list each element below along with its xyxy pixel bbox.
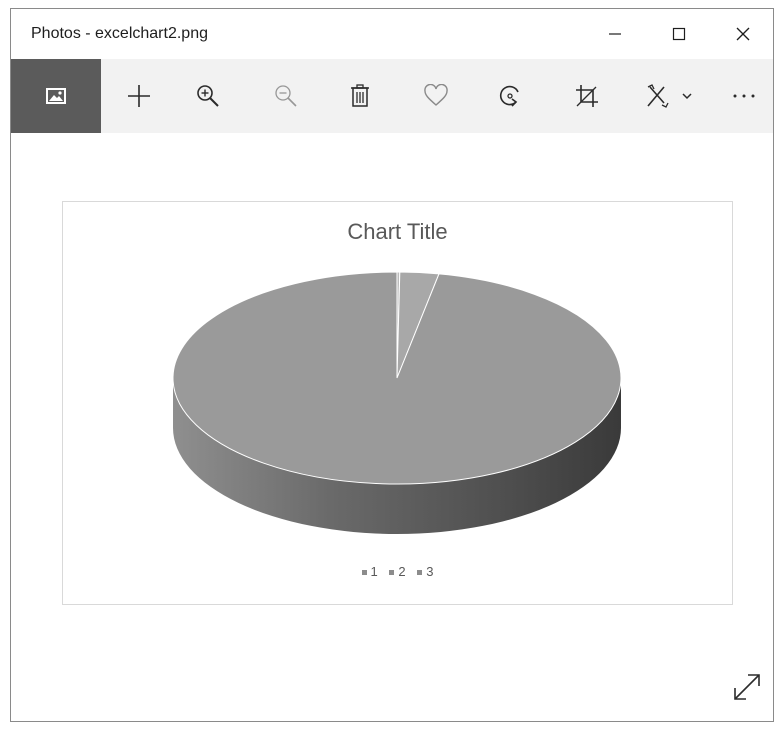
minimize-button[interactable]: [583, 9, 647, 59]
legend-item: 1: [361, 564, 378, 579]
zoom-out-icon: [275, 85, 297, 107]
legend-label: 1: [370, 564, 378, 579]
more-options-button[interactable]: [711, 59, 777, 133]
pie-slice-3: [172, 271, 622, 485]
rotate-icon: [499, 85, 519, 107]
view-photo-button[interactable]: [11, 59, 101, 133]
fullscreen-button[interactable]: [729, 669, 765, 705]
more-icon: [733, 94, 755, 98]
photos-window: Photos - excelchart2.png Chart Title 1 2…: [10, 8, 774, 722]
legend-swatch: [417, 570, 423, 576]
rotate-button[interactable]: [477, 59, 543, 133]
legend-label: 2: [398, 564, 406, 579]
add-button[interactable]: [106, 59, 172, 133]
favorite-button[interactable]: [403, 59, 469, 133]
zoom-out-button[interactable]: [253, 59, 319, 133]
favorite-icon: [424, 84, 448, 106]
crop-button[interactable]: [554, 59, 620, 133]
delete-button[interactable]: [327, 59, 393, 133]
chart-image: Chart Title 1 2 3: [62, 201, 733, 605]
title-bar: Photos - excelchart2.png: [11, 9, 773, 59]
crop-icon: [576, 85, 598, 107]
chevron-down-icon: [682, 93, 692, 100]
edit-menu-button[interactable]: [629, 59, 709, 133]
maximize-button[interactable]: [647, 9, 711, 59]
close-icon: [736, 27, 750, 41]
expand-icon: [734, 674, 760, 700]
legend-swatch: [361, 570, 367, 576]
legend-item: 3: [417, 564, 433, 579]
pie-top: [172, 271, 622, 485]
legend-swatch: [389, 570, 395, 576]
toolbar: [11, 59, 773, 133]
add-icon: [128, 85, 150, 107]
zoom-in-button[interactable]: [175, 59, 241, 133]
edit-icon: [647, 84, 669, 108]
chart-legend: 1 2 3: [63, 564, 732, 579]
close-button[interactable]: [711, 9, 775, 59]
delete-icon: [351, 84, 369, 107]
photo-icon: [46, 88, 66, 104]
legend-label: 3: [426, 564, 434, 579]
minimize-icon: [609, 33, 621, 35]
pie-chart: [172, 271, 622, 534]
maximize-icon: [672, 27, 686, 41]
window-title: Photos - excelchart2.png: [31, 25, 208, 42]
legend-item: 2: [389, 564, 406, 579]
zoom-in-icon: [197, 85, 219, 107]
